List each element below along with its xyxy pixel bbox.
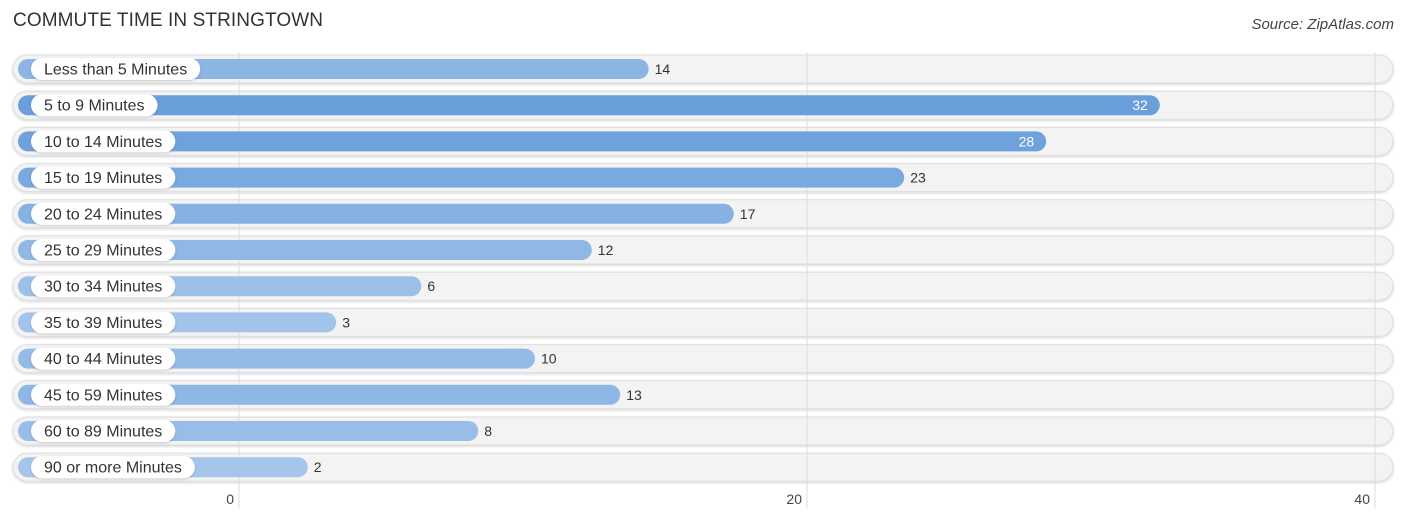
category-label: 10 to 14 Minutes (44, 134, 162, 151)
category-label: 30 to 34 Minutes (44, 279, 162, 296)
category-label: 25 to 29 Minutes (44, 243, 162, 260)
category-label: 60 to 89 Minutes (44, 424, 162, 441)
x-tick-label: 20 (786, 491, 802, 507)
value-label: 28 (1019, 133, 1035, 149)
value-label: 17 (740, 206, 756, 222)
value-label: 2 (314, 459, 322, 475)
value-label: 3 (342, 314, 350, 330)
category-label: Less than 5 Minutes (44, 62, 187, 79)
category-label: 15 to 19 Minutes (44, 170, 162, 187)
value-label: 13 (626, 387, 642, 403)
value-label: 10 (541, 351, 557, 367)
value-label: 32 (1132, 97, 1148, 113)
bar (18, 95, 1160, 116)
value-label: 23 (910, 170, 926, 186)
category-label: 5 to 9 Minutes (44, 98, 145, 115)
value-label: 14 (655, 61, 671, 77)
bar-chart: Less than 5 Minutes 145 to 9 Minutes 3210 … (12, 52, 1394, 508)
value-label: 6 (427, 278, 435, 294)
x-tick-label: 40 (1354, 491, 1370, 507)
value-label: 8 (484, 423, 492, 439)
x-tick-label: 0 (226, 491, 234, 507)
category-label: 90 or more Minutes (44, 460, 182, 477)
category-label: 45 to 59 Minutes (44, 387, 162, 404)
category-label: 35 to 39 Minutes (44, 315, 162, 332)
value-label: 12 (598, 242, 614, 258)
category-label: 20 to 24 Minutes (44, 206, 162, 223)
category-label: 40 to 44 Minutes (44, 351, 162, 368)
